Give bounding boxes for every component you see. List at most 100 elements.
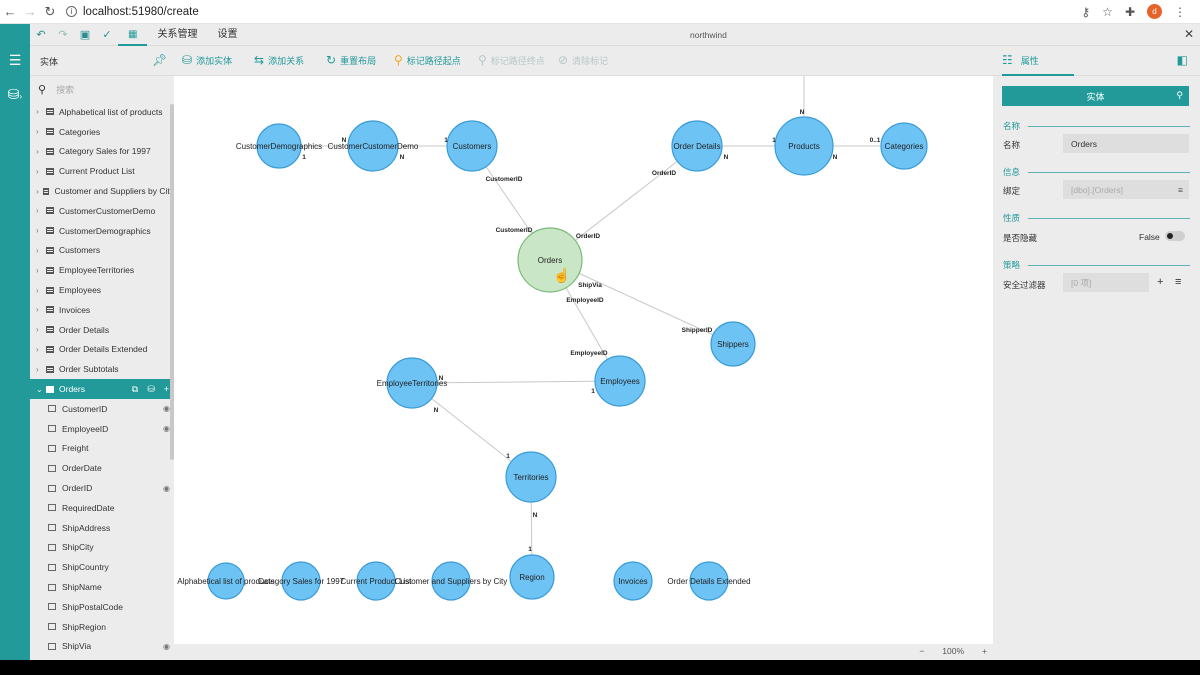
security-filter-input[interactable]: [0 项]: [1063, 273, 1149, 292]
field-icon: [48, 563, 56, 571]
entity-item[interactable]: › EmployeeTerritories: [30, 260, 174, 280]
chevron-right-icon[interactable]: ›: [36, 107, 46, 116]
field-item[interactable]: EmployeeID ◉: [30, 419, 174, 439]
key-icon[interactable]: ⚷: [1081, 5, 1090, 19]
entity-item[interactable]: › Customer and Suppliers by City: [30, 181, 174, 201]
add-icon[interactable]: +: [1157, 276, 1163, 288]
entity-item-orders[interactable]: ⌄ Orders ⧉ ⛁ +: [30, 379, 174, 399]
search-input[interactable]: 搜索: [56, 83, 74, 96]
forward-icon[interactable]: →: [20, 4, 40, 19]
entity-item[interactable]: › Categories: [30, 122, 174, 142]
security-filter-label: 安全过滤器: [1003, 280, 1046, 290]
chevron-right-icon[interactable]: ›: [36, 325, 46, 334]
field-item[interactable]: RequiredDate: [30, 498, 174, 518]
clear-mark-button[interactable]: ⊘ 清除标记: [558, 53, 608, 67]
entity-item[interactable]: › Customers: [30, 241, 174, 261]
entity-item[interactable]: › Employees: [30, 280, 174, 300]
chevron-down-icon[interactable]: ⌄: [36, 385, 46, 394]
field-item[interactable]: ShipRegion: [30, 617, 174, 637]
address-bar[interactable]: i localhost:51980/create: [66, 6, 199, 18]
tab-settings[interactable]: 设置: [207, 24, 247, 46]
field-item[interactable]: ShipName: [30, 577, 174, 597]
chevron-right-icon[interactable]: ›: [36, 167, 46, 176]
star-icon[interactable]: ☆: [1102, 5, 1113, 19]
redo-icon[interactable]: ↷: [52, 28, 74, 41]
chevron-right-icon[interactable]: ›: [36, 365, 46, 374]
hamburger-menu-icon[interactable]: ☰: [0, 52, 30, 69]
cardinality-label: N: [400, 154, 405, 161]
field-label: RequiredDate: [62, 502, 115, 513]
field-item[interactable]: OrderID ◉: [30, 478, 174, 498]
close-icon[interactable]: ✕: [1184, 27, 1194, 41]
chevron-right-icon[interactable]: ›: [36, 305, 46, 314]
open-view-icon[interactable]: ⧉: [132, 384, 138, 395]
tab-relations[interactable]: 关系管理: [147, 24, 207, 46]
field-item[interactable]: ShipVia ◉: [30, 637, 174, 657]
mark-path-start-button[interactable]: ⚲ 标记路径起点: [394, 53, 461, 67]
field-item[interactable]: OrderDate: [30, 458, 174, 478]
field-item[interactable]: Freight: [30, 439, 174, 459]
entity-node-label: Categories: [885, 142, 924, 151]
check-icon[interactable]: ✓: [96, 28, 118, 41]
panel-collapse-icon[interactable]: ◧: [1177, 53, 1188, 67]
properties-tab[interactable]: ☷ 属性: [1002, 46, 1074, 76]
add-entity-button[interactable]: ⛁ 添加实体: [182, 53, 232, 67]
add-icon[interactable]: +: [164, 384, 169, 395]
field-item[interactable]: ShipPostalCode: [30, 597, 174, 617]
entity-item[interactable]: › Order Details Extended: [30, 340, 174, 360]
mark-path-end-button[interactable]: ⚲ 标记路径终点: [478, 53, 545, 67]
sidebar-search[interactable]: ⚲ 搜索: [30, 76, 174, 102]
pin-icon[interactable]: 📌︎: [152, 53, 167, 67]
back-icon[interactable]: ←: [0, 4, 20, 19]
site-info-icon[interactable]: i: [66, 6, 77, 17]
eye-icon[interactable]: ◉: [163, 642, 170, 651]
chevron-right-icon[interactable]: ›: [36, 226, 46, 235]
browser-menu-icon[interactable]: ⋮: [1174, 5, 1186, 19]
field-item[interactable]: CustomerID ◉: [30, 399, 174, 419]
undo-icon[interactable]: ↶: [30, 28, 52, 41]
list-icon[interactable]: ≡: [1175, 276, 1181, 288]
field-item[interactable]: ShipAddress: [30, 518, 174, 538]
entity-selector[interactable]: 实体 ⚲: [1002, 86, 1189, 106]
chevron-right-icon[interactable]: ›: [36, 286, 46, 295]
entity-item[interactable]: › CustomerDemographics: [30, 221, 174, 241]
table-icon: [46, 167, 54, 175]
chevron-right-icon[interactable]: ›: [36, 187, 43, 196]
chevron-right-icon[interactable]: ›: [36, 246, 46, 255]
add-database-icon[interactable]: ⛁: [147, 384, 155, 395]
field-item[interactable]: ShipCity: [30, 538, 174, 558]
tab-diagram[interactable]: ▦: [118, 24, 148, 46]
save-icon[interactable]: ▣: [74, 28, 96, 41]
entity-item[interactable]: › Order Details: [30, 320, 174, 340]
zoom-out-button[interactable]: −: [919, 646, 924, 656]
chevron-right-icon[interactable]: ›: [36, 345, 46, 354]
chevron-right-icon[interactable]: ›: [36, 266, 46, 275]
entity-item-label: Employees: [59, 285, 102, 296]
name-input[interactable]: Orders: [1063, 134, 1189, 153]
eye-icon[interactable]: ◉: [163, 484, 170, 493]
list-icon[interactable]: ≡: [1178, 185, 1183, 195]
chevron-right-icon[interactable]: ›: [36, 206, 46, 215]
hidden-toggle[interactable]: [1165, 231, 1185, 241]
chevron-right-icon[interactable]: ›: [36, 147, 46, 156]
reload-icon[interactable]: ↻: [40, 4, 60, 20]
entity-item[interactable]: › CustomerCustomerDemo: [30, 201, 174, 221]
add-relation-button[interactable]: ⇆ 添加关系: [254, 53, 304, 67]
field-item[interactable]: ShipCountry: [30, 557, 174, 577]
diagram-canvas[interactable]: CustomerDemographics CustomerCustomerDemo…: [174, 76, 993, 644]
entity-item[interactable]: › Order Subtotals: [30, 359, 174, 379]
search-icon[interactable]: ⚲: [1176, 90, 1183, 101]
profile-avatar[interactable]: d: [1147, 4, 1162, 19]
eye-icon[interactable]: ◉: [163, 404, 170, 413]
eye-icon[interactable]: ◉: [163, 424, 170, 433]
database-icon[interactable]: ⛁›: [0, 86, 30, 103]
entity-item[interactable]: › Invoices: [30, 300, 174, 320]
binding-input[interactable]: [dbo].[Orders] ≡: [1063, 180, 1189, 199]
extensions-icon[interactable]: ✚: [1125, 5, 1135, 19]
relayout-button[interactable]: ↻ 重置布局: [326, 53, 376, 67]
chevron-right-icon[interactable]: ›: [36, 127, 46, 136]
zoom-in-button[interactable]: +: [982, 646, 987, 656]
entity-item[interactable]: › Category Sales for 1997: [30, 142, 174, 162]
entity-item[interactable]: › Current Product List: [30, 161, 174, 181]
entity-item[interactable]: › Alphabetical list of products: [30, 102, 174, 122]
